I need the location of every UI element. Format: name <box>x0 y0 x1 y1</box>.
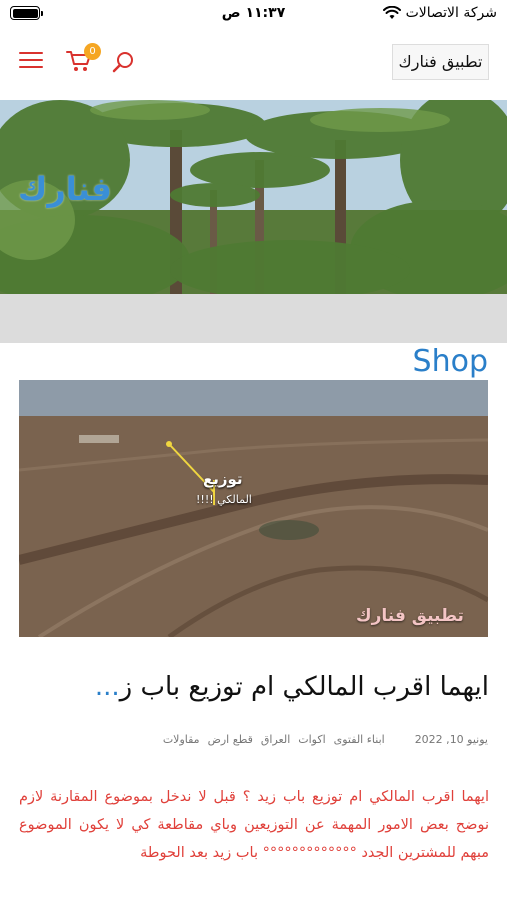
category-link[interactable]: اكوات <box>298 733 325 746</box>
site-header: 0 تطبيق فنارك <box>0 28 507 100</box>
image-caption-subtitle: المالكي !!!! <box>196 493 252 506</box>
aerial-land-image <box>19 380 488 637</box>
category-link[interactable]: قطع ارض <box>208 733 253 746</box>
cart-count-badge: 0 <box>84 43 101 60</box>
article-title[interactable]: ايهما اقرب المالكي ام توزيع باب ز... <box>19 672 489 702</box>
site-title-button[interactable]: تطبيق فنارك <box>392 44 489 80</box>
article-meta: يونيو 10, 2022 ابناء الفتوى اكوات العراق… <box>18 733 488 746</box>
image-caption-title: توزيع <box>203 470 243 488</box>
status-carrier: شركة الاتصالات <box>382 5 497 21</box>
status-bar: ١١:٣٧ ص شركة الاتصالات <box>0 0 507 28</box>
category-link[interactable]: العراق <box>261 733 290 746</box>
article-featured-image[interactable] <box>19 380 488 637</box>
article-date: يونيو 10, 2022 <box>414 733 488 746</box>
carrier-name: شركة الاتصالات <box>405 5 497 21</box>
article-title-text: ايهما اقرب المالكي ام توزيع باب ز <box>119 672 489 702</box>
image-watermark: تطبيق فنارك <box>356 606 464 626</box>
article-excerpt: ايهما اقرب المالكي ام توزيع باب زيد ؟ قب… <box>19 789 489 861</box>
shop-heading: Shop <box>412 344 488 379</box>
hero-logo: فنارك <box>18 170 112 208</box>
hero-bottom-band <box>0 294 507 343</box>
wifi-icon <box>382 6 401 19</box>
category-link[interactable]: ابناء الفتوى <box>334 733 385 746</box>
hero-banner: فنارك <box>0 100 507 294</box>
category-link[interactable]: مقاولات <box>163 733 200 746</box>
search-icon[interactable] <box>111 50 135 74</box>
article-title-ellipsis: ... <box>94 672 120 702</box>
hamburger-icon[interactable] <box>19 52 43 72</box>
